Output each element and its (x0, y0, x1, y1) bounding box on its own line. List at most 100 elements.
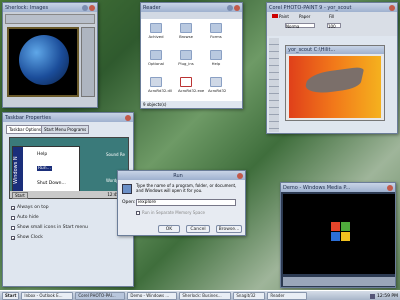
cancel-button[interactable]: Cancel (186, 225, 210, 233)
folder-icon (210, 23, 222, 33)
taskbar-preview: Windows N Help Run... Shut Down... Sound… (9, 137, 129, 199)
file-item[interactable]: Browse (178, 23, 194, 39)
photopaint-toolbar: Paint Paper Fill Norma 100 (267, 12, 397, 36)
taskbar-item[interactable]: Corel PHOTO-PAI... (75, 291, 126, 300)
open-input[interactable]: iexplore (136, 199, 236, 206)
option-label: Show small icons in Start menu (17, 225, 88, 230)
taskbar-item[interactable]: Inbox - Outlook E... (21, 291, 74, 300)
checkbox-box (136, 210, 140, 215)
reader-file-grid: Achived Browse Forms Optional Plug_ins H… (141, 19, 242, 101)
player-titlebar[interactable]: Sherlock: Images (3, 3, 97, 12)
file-item[interactable]: AcroRd32 (208, 77, 226, 93)
player-screen (7, 27, 79, 97)
file-item[interactable]: AcroRd32.dll (148, 77, 172, 93)
checkbox-box (11, 225, 15, 230)
file-item[interactable]: Forms (208, 23, 224, 39)
document-titlebar[interactable]: yor_scout C:\Hilit... (286, 46, 384, 54)
close-button[interactable] (234, 4, 240, 11)
folder-icon (210, 50, 222, 60)
tab-taskbar-options[interactable]: Taskbar Options (6, 125, 44, 134)
taskbar-item[interactable]: Demo - Windows ... (127, 291, 178, 300)
close-button[interactable] (389, 4, 395, 11)
tab-start-menu-programs[interactable]: Start Menu Programs (41, 125, 90, 134)
close-button[interactable] (89, 4, 95, 11)
file-label: Plug_ins (178, 61, 194, 66)
player-toolbar (5, 14, 95, 24)
taskbar-item[interactable]: Reader (267, 291, 308, 300)
video-area[interactable] (283, 194, 395, 274)
tray-icon[interactable] (370, 293, 375, 299)
preview-taskbar: Start 12:45 PM (10, 191, 128, 199)
taskbar-properties-titlebar[interactable]: Taskbar Properties (3, 113, 133, 122)
start-label: Start (5, 293, 17, 298)
close-button[interactable] (387, 184, 393, 191)
file-item[interactable]: Help (208, 50, 224, 66)
always-on-top-checkbox[interactable]: ✓ Always on top (11, 205, 49, 210)
checkbox-box: ✓ (11, 235, 16, 241)
show-clock-checkbox[interactable]: ✓ Show Clock (11, 235, 43, 240)
mode-select[interactable]: Norma (285, 23, 315, 29)
taskbar-item-label: Corel PHOTO-PAI... (78, 293, 116, 298)
preview-menu-item: Shut Down... (37, 181, 66, 186)
preview-menu-item: Run... (37, 166, 52, 171)
system-tray: 12:59 PM (370, 292, 398, 300)
preview-start-menu: Windows N Help Run... Shut Down... (12, 146, 80, 193)
image-document: yor_scout C:\Hilit... (285, 45, 385, 121)
taskbar-item[interactable]: Snagit/32 (233, 291, 266, 300)
file-item[interactable]: AcroRd32.exe (178, 77, 204, 93)
file-item[interactable]: Plug_ins (178, 50, 194, 66)
pdf-icon (180, 77, 192, 87)
taskbar-properties-window: Taskbar Properties Taskbar Options Start… (2, 112, 134, 287)
file-label: Achived (148, 34, 164, 39)
taskbar-item-label: Sherlock: Busines... (182, 293, 222, 298)
taskbar-item[interactable]: Sherlock: Busines... (179, 291, 232, 300)
file-label: Browse (179, 34, 193, 39)
reader-status: 9 objects(s) (143, 102, 167, 107)
checkbox-box: ✓ (11, 205, 16, 211)
media-titlebar[interactable]: Demo - Windows Media P... (281, 183, 395, 192)
run-titlebar[interactable]: Run (118, 171, 245, 180)
option-label: Always on top (17, 205, 49, 210)
preview-menu-item: Help (37, 152, 48, 157)
checkbox-box (11, 215, 15, 220)
photopaint-title: Corel PHOTO-PAINT 9 - yor_scout (269, 4, 352, 11)
file-label: AcroRd32.exe (178, 88, 205, 93)
ok-button[interactable]: OK (158, 225, 180, 233)
file-label: Optional (148, 61, 165, 66)
taskbar-item-label: Snagit/32 (236, 293, 256, 298)
file-label: Help (211, 61, 221, 66)
minimize-button[interactable] (82, 4, 88, 11)
auto-hide-checkbox[interactable]: Auto hide (11, 215, 39, 220)
reader-titlebar[interactable]: Reader (141, 3, 242, 12)
file-item[interactable]: Optional (148, 50, 164, 66)
paper-label: Paper (299, 14, 311, 19)
run-title: Run (173, 172, 183, 179)
taskbar-item-label: Demo - Windows ... (130, 293, 170, 298)
minimize-button[interactable] (227, 4, 233, 11)
clock[interactable]: 12:59 PM (377, 294, 398, 299)
preview-side-label: Sound Re (106, 152, 125, 157)
start-button[interactable]: Start (2, 291, 20, 300)
media-player-window: Demo - Windows Media P... (280, 182, 396, 288)
option-label: Show Clock (17, 235, 43, 240)
small-icons-checkbox[interactable]: Show small icons in Start menu (11, 225, 88, 230)
paint-swatch[interactable] (272, 14, 278, 18)
browse-button[interactable]: Browse... (216, 225, 242, 233)
separate-memory-checkbox[interactable]: Run in Separate Memory Space (136, 210, 205, 215)
tool-palette[interactable] (269, 38, 279, 132)
transport-controls[interactable] (283, 277, 395, 286)
close-button[interactable] (237, 172, 243, 179)
close-button[interactable] (125, 114, 131, 121)
reader-toolbar (141, 12, 242, 19)
open-label: Open: (122, 200, 136, 205)
image-canvas[interactable] (289, 56, 381, 118)
folder-icon (180, 50, 192, 60)
file-item[interactable]: Achived (148, 23, 164, 39)
player-side-controls[interactable] (81, 27, 95, 97)
file-label: Forms (210, 34, 222, 39)
taskbar-properties-title: Taskbar Properties (5, 114, 51, 121)
opacity-field[interactable]: 100 (327, 23, 341, 29)
photopaint-titlebar[interactable]: Corel PHOTO-PAINT 9 - yor_scout (267, 3, 397, 12)
taskbar: Start Inbox - Outlook E... Corel PHOTO-P… (0, 290, 400, 300)
taskbar-item-label: Inbox - Outlook E... (24, 293, 63, 298)
